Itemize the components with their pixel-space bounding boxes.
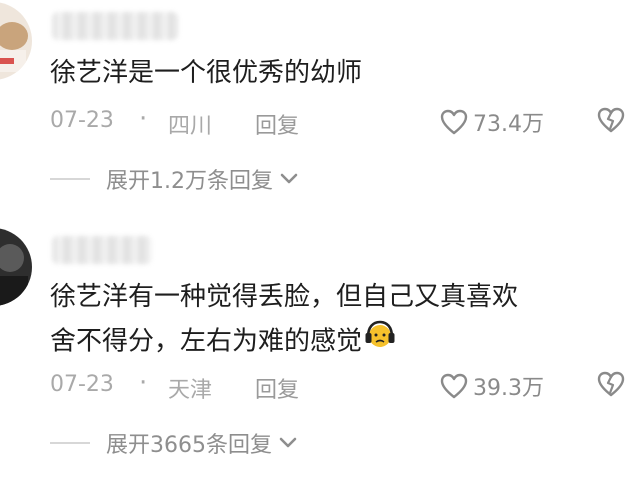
comment-2-meta: 07-23 · 天津 回复 39.3万: [50, 368, 626, 404]
comment-1-location: 四川: [168, 114, 213, 139]
comment-2-like-count: 39.3万: [473, 376, 544, 401]
headphones-face-emoji: [364, 319, 396, 365]
heart-outline-icon: [440, 109, 468, 135]
comment-1-dislike-button[interactable]: [596, 105, 626, 141]
broken-heart-icon: [597, 371, 625, 397]
meta-separator: ·: [139, 104, 148, 134]
chevron-down-icon: [280, 173, 298, 184]
comment-2-dislike-button[interactable]: [596, 369, 626, 405]
comment-1-like-button[interactable]: 73.4万: [439, 106, 544, 138]
comment-2-text-line-2: 舍不得分，左右为难的感觉: [50, 319, 610, 365]
comment-2-location: 天津: [168, 378, 213, 403]
meta-separator: ·: [139, 368, 148, 398]
comment-2-expand-label: 展开3665条回复: [106, 433, 272, 458]
comment-2-like-button[interactable]: 39.3万: [439, 370, 544, 402]
expand-divider: [50, 442, 90, 444]
comment-1-reply-button[interactable]: 回复: [255, 108, 299, 140]
comment-2-reply-button[interactable]: 回复: [255, 372, 299, 404]
comment-1-expand-replies[interactable]: 展开1.2万条回复: [50, 164, 299, 194]
comment-2-expand-replies[interactable]: 展开3665条回复: [50, 428, 298, 458]
comment-2-avatar[interactable]: [0, 228, 32, 306]
comment-2-text-line-1: 徐艺洋有一种觉得丢脸，但自己又真喜欢: [50, 282, 519, 312]
comment-1-meta: 07-23 · 四川 回复 73.4万: [50, 104, 626, 140]
comment-1-like-count: 73.4万: [473, 112, 544, 137]
broken-heart-icon: [597, 107, 625, 133]
heart-outline-icon: [440, 373, 468, 399]
comment-1-avatar[interactable]: [0, 2, 32, 80]
comment-1-username[interactable]: [52, 12, 178, 40]
chevron-down-icon: [279, 437, 297, 448]
comment-1-date: 07-23: [50, 108, 114, 133]
expand-divider: [50, 178, 90, 180]
comment-2-text: 徐艺洋有一种觉得丢脸，但自己又真喜欢 舍不得分，左右为难的感觉: [50, 275, 610, 365]
comment-1-text: 徐艺洋是一个很优秀的幼师: [50, 58, 363, 88]
comment-2-username[interactable]: [52, 236, 152, 264]
comment-1-expand-label: 展开1.2万条回复: [106, 169, 273, 194]
comment-2-date: 07-23: [50, 372, 114, 397]
